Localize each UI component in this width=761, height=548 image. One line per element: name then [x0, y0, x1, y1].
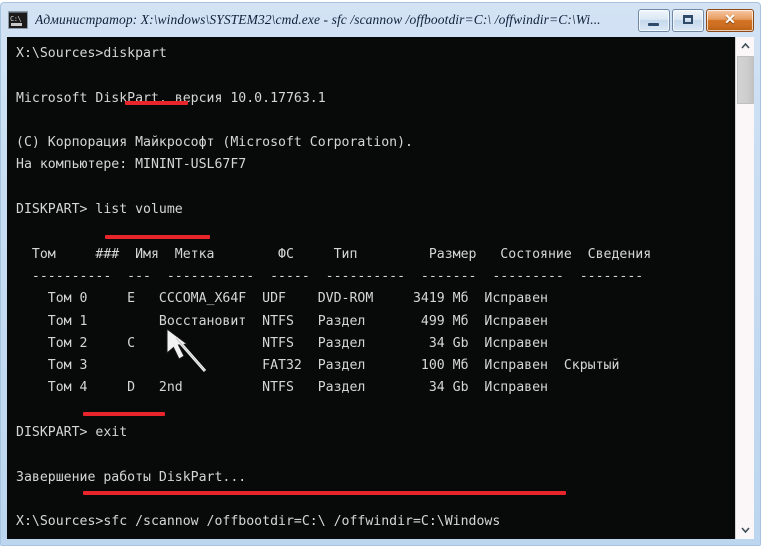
close-icon: ✕	[724, 11, 736, 27]
highlight-underline-exit	[83, 412, 165, 416]
chevron-down-icon	[740, 527, 750, 533]
window-title: Администратор: X:\windows\SYSTEM32\cmd.e…	[35, 12, 601, 27]
console-window: Администратор: X:\windows\SYSTEM32\cmd.e…	[0, 2, 761, 546]
cmd-console-icon	[8, 11, 28, 29]
scroll-up-arrow-icon[interactable]	[736, 37, 754, 55]
scrollbar-thumb[interactable]	[737, 56, 754, 104]
console-text: X:\Sources>diskpart Microsoft DiskPart, …	[16, 46, 652, 530]
minimize-icon	[648, 23, 659, 26]
scroll-down-arrow-icon[interactable]	[736, 521, 754, 539]
maximize-icon	[683, 15, 693, 24]
highlight-underline-sfc-command	[83, 491, 566, 495]
close-button[interactable]: ✕	[706, 9, 754, 32]
window-controls: ✕	[638, 9, 754, 32]
chevron-up-icon	[740, 43, 750, 49]
highlight-underline-list-volume	[105, 235, 210, 239]
console-output-area[interactable]: X:\Sources>diskpart Microsoft DiskPart, …	[7, 37, 735, 539]
minimize-button[interactable]	[638, 9, 670, 32]
console-scrollbar[interactable]	[735, 37, 754, 539]
highlight-underline-diskpart	[125, 101, 188, 105]
maximize-button[interactable]	[672, 9, 704, 32]
